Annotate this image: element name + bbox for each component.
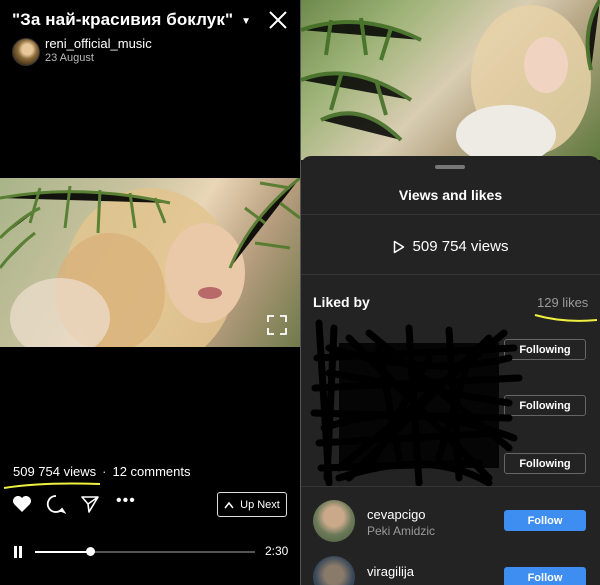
pause-icon[interactable] (12, 545, 24, 559)
fullscreen-icon[interactable] (266, 314, 288, 336)
close-icon[interactable] (266, 8, 290, 32)
bottom-sheet: Views and likes 509 754 views Liked by 1… (301, 156, 600, 585)
playback-bar: 2:30 (12, 544, 292, 560)
chevron-down-icon: ▼ (241, 15, 252, 27)
duration: 2:30 (265, 544, 289, 558)
sheet-title: Views and likes (398, 187, 503, 203)
up-next-button[interactable]: Up Next (217, 492, 287, 517)
avatar[interactable] (313, 556, 355, 585)
chevron-up-icon (224, 501, 234, 508)
action-bar: ••• (12, 492, 136, 514)
avatar[interactable] (313, 500, 355, 542)
following-label: Following (519, 399, 571, 412)
stats-separator: · (102, 464, 107, 479)
follow-label: Follow (527, 514, 563, 527)
heart-icon[interactable] (12, 495, 32, 513)
yellow-highlight-annotation (3, 482, 101, 489)
video-title-dropdown[interactable]: "За най-красивия боклук" ▼ (12, 10, 251, 30)
yellow-highlight-annotation (534, 314, 598, 322)
play-icon (393, 240, 404, 253)
video-frame-image (0, 178, 300, 347)
follow-label: Follow (527, 571, 563, 584)
views-summary: 509 754 views (301, 238, 600, 255)
likes-count: 129 likes (537, 295, 589, 310)
video-player[interactable] (0, 178, 300, 347)
follow-button[interactable]: Follow (504, 510, 586, 531)
user-username[interactable]: viragilija (367, 564, 414, 579)
comments-count[interactable]: 12 comments (112, 464, 190, 479)
divider (301, 274, 600, 275)
up-next-label: Up Next (240, 498, 280, 511)
post-date: 23 August (45, 52, 94, 64)
playback-scrubber[interactable] (35, 547, 255, 556)
share-icon[interactable] (80, 494, 100, 514)
redaction-scribble (310, 319, 523, 487)
user-username[interactable]: cevapcigo (367, 507, 426, 522)
views-total: 509 754 views (412, 238, 509, 255)
video-stats: 509 754 views · 12 comments (13, 464, 191, 479)
video-title: "За най-красивия боклук" (12, 10, 234, 29)
views-count[interactable]: 509 754 views (13, 464, 96, 479)
comment-icon[interactable] (46, 494, 66, 514)
background-video-image (301, 0, 600, 165)
user-full-name: Peki Amidzic (367, 524, 436, 538)
video-viewer: "За най-красивия боклук" ▼ reni_official… (0, 0, 300, 585)
views-likes-panel: Views and likes 509 754 views Liked by 1… (301, 0, 600, 585)
scrubber-handle[interactable] (86, 547, 95, 556)
sheet-drag-handle[interactable] (435, 165, 465, 169)
follow-button[interactable]: Follow (504, 567, 586, 585)
following-label: Following (519, 343, 571, 356)
divider (301, 214, 600, 215)
more-options-icon[interactable]: ••• (116, 492, 136, 510)
avatar[interactable] (12, 38, 40, 66)
liked-by-heading: Liked by (313, 294, 370, 310)
author-username[interactable]: reni_official_music (45, 36, 152, 51)
playback-progress (35, 551, 90, 553)
following-label: Following (519, 457, 571, 470)
divider (301, 486, 600, 487)
